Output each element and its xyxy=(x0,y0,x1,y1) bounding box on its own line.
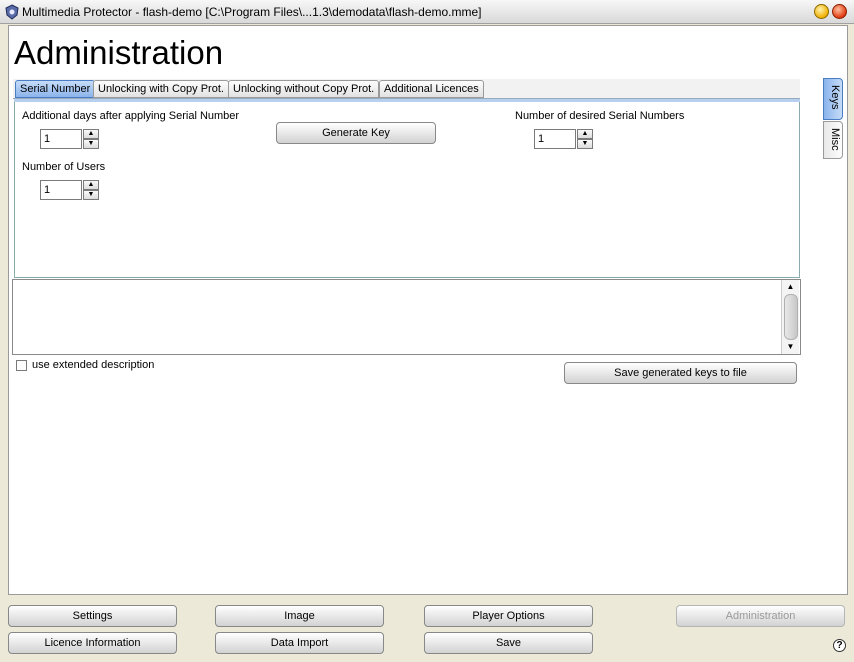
app-shield-icon xyxy=(5,4,19,20)
days-up-icon[interactable]: ▲ xyxy=(83,129,99,139)
scroll-up-icon[interactable]: ▲ xyxy=(782,280,799,294)
tab-unlocking-with-copy-prot[interactable]: Unlocking with Copy Prot. xyxy=(93,80,229,98)
scroll-down-icon[interactable]: ▼ xyxy=(782,340,799,354)
side-tab-misc[interactable]: Misc xyxy=(823,121,843,159)
generate-key-button[interactable]: Generate Key xyxy=(276,122,436,144)
output-scrollbar[interactable]: ▲ ▼ xyxy=(781,280,799,354)
desired-serials-label: Number of desired Serial Numbers xyxy=(515,110,685,122)
panel-accent xyxy=(14,99,800,102)
data-import-button[interactable]: Data Import xyxy=(215,632,384,654)
extended-description-label: use extended description xyxy=(32,359,155,371)
help-icon[interactable]: ? xyxy=(833,639,846,652)
minimize-button[interactable] xyxy=(814,4,829,19)
users-input[interactable]: 1 xyxy=(40,180,82,200)
users-up-icon[interactable]: ▲ xyxy=(83,180,99,190)
desired-serials-stepper: 1 ▲ ▼ xyxy=(534,129,594,149)
days-stepper: 1 ▲ ▼ xyxy=(40,129,100,149)
tab-additional-licences[interactable]: Additional Licences xyxy=(379,80,484,98)
days-input[interactable]: 1 xyxy=(40,129,82,149)
side-tab-keys-label: Keys xyxy=(829,85,841,110)
window-title: Multimedia Protector - flash-demo [C:\Pr… xyxy=(22,5,482,19)
image-button[interactable]: Image xyxy=(215,605,384,627)
days-label: Additional days after applying Serial Nu… xyxy=(22,110,240,122)
title-bar: Multimedia Protector - flash-demo [C:\Pr… xyxy=(0,0,854,24)
keys-output-area[interactable] xyxy=(12,279,801,355)
users-down-icon[interactable]: ▼ xyxy=(83,190,99,200)
settings-button[interactable]: Settings xyxy=(8,605,177,627)
side-tab-misc-label: Misc xyxy=(829,128,841,151)
save-button[interactable]: Save xyxy=(424,632,593,654)
page-title: Administration xyxy=(14,34,224,71)
administration-button[interactable]: Administration xyxy=(676,605,845,627)
close-button[interactable] xyxy=(832,4,847,19)
tab-unlocking-without-copy-prot[interactable]: Unlocking without Copy Prot. xyxy=(228,80,380,98)
player-options-button[interactable]: Player Options xyxy=(424,605,593,627)
save-keys-button[interactable]: Save generated keys to file xyxy=(564,362,797,384)
days-down-icon[interactable]: ▼ xyxy=(83,139,99,149)
desired-up-icon[interactable]: ▲ xyxy=(577,129,593,139)
users-label: Number of Users xyxy=(22,161,106,173)
tab-serial-number[interactable]: Serial Number xyxy=(15,80,96,98)
desired-serials-input[interactable]: 1 xyxy=(534,129,576,149)
extended-description-checkbox[interactable] xyxy=(16,360,27,371)
scroll-thumb[interactable] xyxy=(784,294,798,340)
side-tab-keys[interactable]: Keys xyxy=(823,78,843,120)
users-stepper: 1 ▲ ▼ xyxy=(40,180,100,200)
desired-down-icon[interactable]: ▼ xyxy=(577,139,593,149)
licence-information-button[interactable]: Licence Information xyxy=(8,632,177,654)
